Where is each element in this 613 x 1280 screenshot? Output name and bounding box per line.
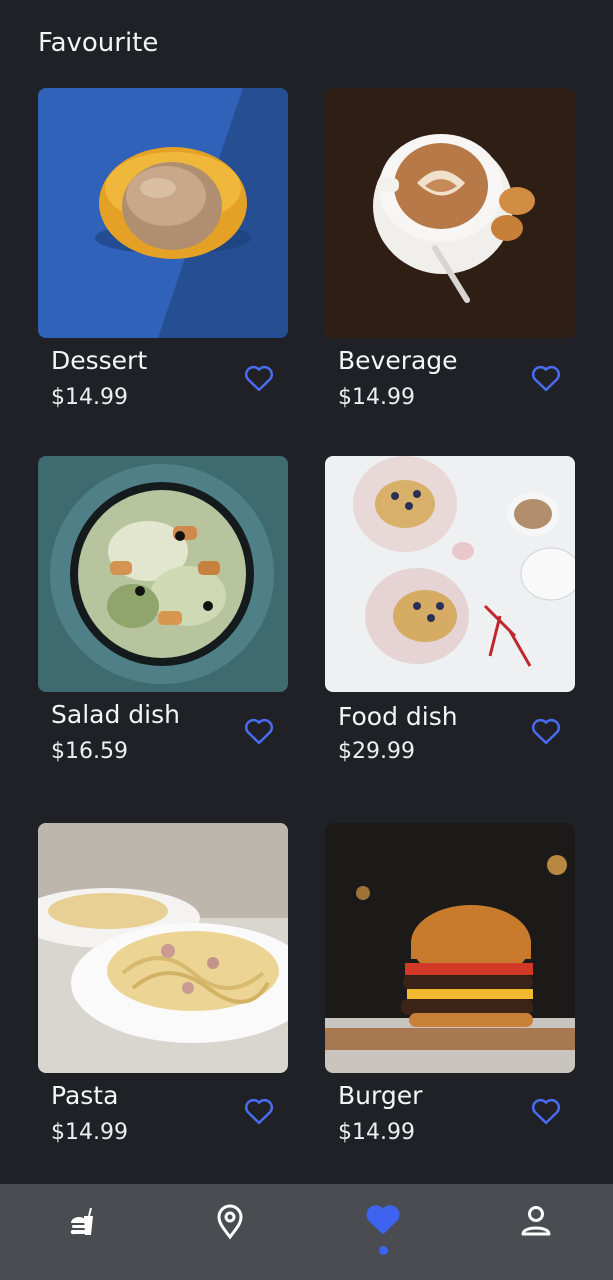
item-name: Beverage [338,346,458,375]
favorite-heart-icon[interactable] [531,364,561,392]
page-title: Favourite [38,28,159,58]
favorite-heart-icon[interactable] [244,1097,274,1125]
dessert-image [38,88,288,338]
item-price: $14.99 [51,385,128,410]
location-pin-icon [215,1204,245,1260]
food-card-salad-dish[interactable]: Salad dish $16.59 [38,456,288,776]
item-name: Food dish [338,702,458,731]
food-card-dessert[interactable]: Dessert $14.99 [38,88,288,418]
active-indicator-dot [379,1246,388,1255]
salad-dish-image [38,456,288,692]
food-card-food-dish[interactable]: Food dish $29.99 [325,456,575,776]
pasta-image [38,823,288,1073]
item-price: $14.99 [51,1120,128,1145]
profile-icon [520,1204,552,1260]
nav-profile-tab[interactable] [506,1204,566,1260]
food-card-beverage[interactable]: Beverage $14.99 [325,88,575,418]
item-name: Salad dish [51,700,180,729]
item-name: Pasta [51,1081,119,1110]
food-dish-image [325,456,575,692]
favorite-heart-icon[interactable] [531,1097,561,1125]
burger-image [325,823,575,1073]
favorite-heart-icon[interactable] [244,717,274,745]
beverage-image [325,88,575,338]
item-name: Burger [338,1081,423,1110]
bottom-navigation [0,1184,613,1280]
item-price: $29.99 [338,739,415,764]
nav-home-tab[interactable] [47,1204,107,1260]
item-price: $14.99 [338,385,415,410]
food-card-pasta[interactable]: Pasta $14.99 [38,823,288,1153]
item-price: $14.99 [338,1120,415,1145]
item-name: Dessert [51,346,148,375]
item-price: $16.59 [51,739,128,764]
nav-favourite-tab[interactable] [353,1202,413,1258]
favorite-heart-icon[interactable] [244,364,274,392]
fast-food-icon [59,1204,95,1260]
food-card-burger[interactable]: Burger $14.99 [325,823,575,1153]
nav-location-tab[interactable] [200,1204,260,1260]
favorite-heart-icon[interactable] [531,717,561,745]
